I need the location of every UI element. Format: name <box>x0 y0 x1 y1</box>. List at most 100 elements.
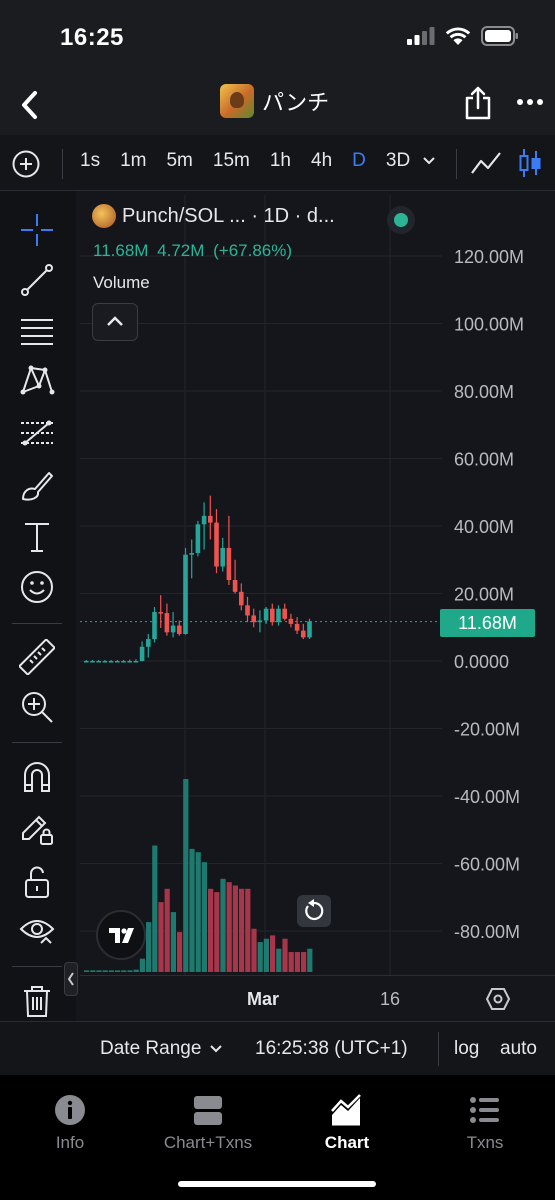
candle-body <box>276 608 281 623</box>
add-indicator-button[interactable] <box>12 150 40 178</box>
volume-bar <box>170 912 176 972</box>
zoom-tool[interactable] <box>19 689 55 725</box>
timezone-clock[interactable]: 16:25:38 (UTC+1) <box>255 1038 408 1060</box>
reset-chart-button[interactable] <box>297 895 331 927</box>
lock-drawings-tool[interactable] <box>19 811 55 847</box>
y-axis-label: 40.00M <box>454 517 514 537</box>
toolbar-collapse-handle[interactable] <box>64 962 78 996</box>
brush-tool[interactable] <box>19 467 55 503</box>
log-scale-button[interactable]: log <box>454 1038 479 1060</box>
volume-bar <box>96 970 102 972</box>
more-button[interactable] <box>515 95 545 109</box>
chart-legend[interactable]: Punch/SOL ... · 1D · d... <box>92 204 335 228</box>
area-chart-icon <box>331 1094 361 1126</box>
tool-separator <box>12 742 62 743</box>
candle-body <box>96 661 101 663</box>
timeframe-3d[interactable]: 3D <box>386 150 410 172</box>
time-tick: 16 <box>380 989 401 1009</box>
more-timeframes-chevron-icon[interactable] <box>422 156 436 166</box>
chart-settings-button[interactable] <box>485 986 511 1012</box>
magnet-tool[interactable] <box>19 759 55 795</box>
timeframe-1s[interactable]: 1s <box>80 150 100 172</box>
nav-bar: パンチ <box>0 75 555 135</box>
chevron-up-icon <box>107 316 123 326</box>
candle-body <box>257 620 263 623</box>
market-status-indicator[interactable] <box>387 206 415 234</box>
candle-body <box>152 612 157 640</box>
volume-bar <box>239 888 245 972</box>
crosshair-tool[interactable] <box>19 212 55 248</box>
fib-tool[interactable] <box>19 312 55 348</box>
text-tool[interactable] <box>19 519 55 555</box>
share-icon <box>465 86 491 120</box>
tool-separator <box>12 623 62 624</box>
rotate-left-icon <box>305 899 324 921</box>
candlestick-chart[interactable]: 120.00M 100.00M 80.00M 60.00M 40.00M 20.00M 0.… <box>80 195 555 975</box>
tradingview-icon <box>109 928 134 943</box>
time-axis[interactable]: Mar 16 <box>80 975 555 1021</box>
token-name: パンチ <box>262 90 330 115</box>
timeframe-1m[interactable]: 1m <box>120 150 146 172</box>
volume-bar <box>164 888 170 972</box>
trash-icon <box>24 986 50 1017</box>
volume-bar <box>158 902 164 972</box>
candle-body <box>164 613 170 633</box>
timeframe-4h[interactable]: 4h <box>311 150 332 172</box>
candle-body <box>146 639 151 647</box>
list-icon <box>470 1097 499 1123</box>
delete-tool[interactable] <box>19 983 55 1019</box>
trend-line-tool[interactable] <box>19 262 55 298</box>
toolbar-separator <box>456 149 457 179</box>
candle-body <box>183 554 188 634</box>
chart-bottom-bar: Date Range 16:25:38 (UTC+1) log auto <box>0 1021 555 1075</box>
candle-body <box>189 553 194 555</box>
date-range-button[interactable]: Date Range <box>100 1038 223 1060</box>
zoom-in-icon <box>22 692 53 723</box>
tab-txns[interactable]: Txns <box>415 1093 555 1153</box>
tab-chart[interactable]: Chart <box>277 1093 417 1153</box>
volume-bar <box>282 938 288 972</box>
candle-chart-button[interactable] <box>518 147 542 179</box>
ruler-tool[interactable] <box>18 638 56 676</box>
more-dots-icon <box>517 99 543 105</box>
timeframe-15m[interactable]: 15m <box>213 150 250 172</box>
candle-body <box>220 547 225 567</box>
y-axis-label: 80.00M <box>454 382 514 402</box>
share-button[interactable] <box>462 85 494 121</box>
emoji-tool[interactable] <box>19 569 55 605</box>
volume-bar <box>257 942 263 972</box>
ohlc-values: 11.68M 4.72M (+67.86%) <box>93 241 293 260</box>
volume-indicator-label[interactable]: Volume <box>93 273 150 293</box>
volume-bar <box>121 970 127 972</box>
candle-body <box>139 646 145 661</box>
candle-body <box>201 515 207 525</box>
timeframe-1h[interactable]: 1h <box>270 150 291 172</box>
volume-bar <box>146 922 152 972</box>
back-button[interactable] <box>14 85 46 125</box>
tab-info[interactable]: Info <box>0 1093 140 1153</box>
pattern-tool[interactable] <box>19 362 55 398</box>
y-axis-label: -60.00M <box>454 855 520 875</box>
toolbar-separator <box>62 149 63 179</box>
volume-bar <box>139 958 145 972</box>
status-time: 16:25 <box>60 24 124 51</box>
y-axis-label: 20.00M <box>454 585 514 605</box>
tab-label: Txns <box>466 1133 504 1152</box>
candle-body <box>263 608 269 621</box>
candle-body <box>232 580 238 592</box>
tab-label: Chart <box>324 1133 370 1152</box>
forecast-tool[interactable] <box>19 415 55 451</box>
volume-bar <box>115 970 121 972</box>
line-chart-button[interactable] <box>470 149 502 177</box>
timeframe-5m[interactable]: 5m <box>166 150 192 172</box>
crosshair-icon <box>21 214 53 246</box>
tradingview-logo[interactable] <box>96 910 146 960</box>
tab-chart-txns[interactable]: Chart+Txns <box>138 1093 278 1153</box>
candle-body <box>288 618 294 624</box>
visibility-tool[interactable] <box>19 913 55 949</box>
collapse-legend-button[interactable] <box>92 303 138 341</box>
volume-bar <box>263 938 269 972</box>
timeframe-d[interactable]: D <box>352 150 366 172</box>
auto-scale-button[interactable]: auto <box>500 1038 537 1060</box>
unlock-tool[interactable] <box>19 864 55 900</box>
